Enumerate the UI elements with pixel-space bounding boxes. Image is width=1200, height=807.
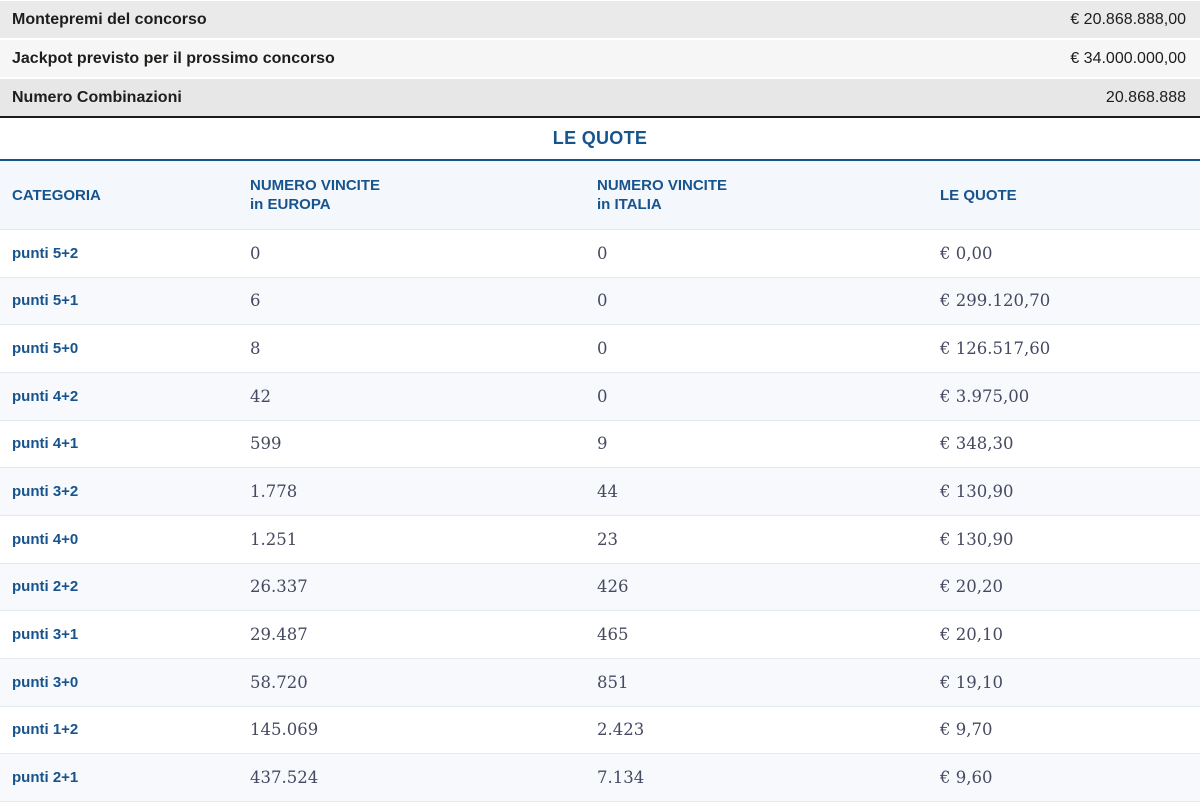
categoria-cell: punti 4+0 — [12, 530, 79, 548]
table-row: punti 4+1 599 9 € 348,30 — [0, 420, 1200, 469]
quota-cell: € 130,90 — [940, 482, 1014, 502]
vincite-italia-cell: 0 — [597, 243, 608, 263]
table-row: punti 5+0 8 0 € 126.517,60 — [0, 325, 1200, 373]
categoria-cell: punti 5+0 — [12, 340, 79, 358]
categoria-cell: punti 1+2 — [12, 721, 79, 739]
quota-cell: € 20,10 — [940, 625, 1003, 645]
quota-cell: € 20,20 — [940, 577, 1003, 597]
vincite-italia-cell: 465 — [597, 625, 629, 645]
table-row: punti 2+1 437.524 7.134 € 9,60 — [0, 754, 1200, 802]
jackpot-label: Jackpot previsto per il prossimo concors… — [12, 49, 335, 67]
table-row: punti 1+2 145.069 2.423 € 9,70 — [0, 706, 1200, 755]
vincite-italia-cell: 0 — [597, 386, 608, 406]
quota-cell: € 348,30 — [940, 434, 1014, 454]
vincite-europa-cell: 29.487 — [250, 625, 308, 645]
vincite-italia-cell: 9 — [597, 434, 608, 454]
categoria-cell: punti 4+1 — [12, 435, 79, 453]
vincite-italia-cell: 2.423 — [597, 720, 645, 740]
vincite-italia-cell: 0 — [597, 339, 608, 359]
summary-row-montepremi: Montepremi del concorso € 20.868.888,00 — [0, 1, 1200, 38]
vincite-europa-cell: 26.337 — [250, 577, 308, 597]
categoria-cell: punti 4+2 — [12, 387, 79, 405]
table-row: punti 2+2 26.337 426 € 20,20 — [0, 563, 1200, 612]
vincite-europa-cell: 58.720 — [250, 672, 308, 692]
vincite-europa-cell: 0 — [250, 243, 261, 263]
column-header-vincite-europa: NUMERO VINCITE in EUROPA — [250, 177, 381, 213]
vincite-italia-cell: 7.134 — [597, 768, 645, 788]
categoria-cell: punti 5+2 — [12, 244, 79, 262]
categoria-cell: punti 5+1 — [12, 292, 79, 310]
prize-summary: Montepremi del concorso € 20.868.888,00 … — [0, 0, 1200, 118]
combinazioni-label: Numero Combinazioni — [12, 88, 182, 106]
section-title: LE QUOTE — [552, 128, 648, 148]
table-row: punti 5+1 6 0 € 299.120,70 — [0, 277, 1200, 326]
quota-cell: € 0,00 — [940, 243, 993, 263]
vincite-italia-cell: 426 — [597, 577, 629, 597]
quota-cell: € 19,10 — [940, 672, 1003, 692]
table-row: punti 4+2 42 0 € 3.975,00 — [0, 372, 1200, 421]
vincite-italia-cell: 851 — [597, 672, 629, 692]
quota-cell: € 9,60 — [940, 768, 993, 788]
vincite-europa-cell: 6 — [250, 291, 261, 311]
summary-row-jackpot: Jackpot previsto per il prossimo concors… — [0, 40, 1200, 77]
table-row: punti 3+0 58.720 851 € 19,10 — [0, 658, 1200, 707]
vincite-europa-cell: 1.251 — [250, 529, 298, 549]
column-header-le-quote: LE QUOTE — [940, 186, 1017, 204]
jackpot-value: € 34.000.000,00 — [1070, 49, 1186, 67]
le-quote-section-header: LE QUOTE — [0, 118, 1200, 161]
column-header-vincite-italia: NUMERO VINCITE in ITALIA — [597, 177, 728, 213]
quota-cell: € 126.517,60 — [940, 339, 1051, 359]
vincite-europa-cell: 42 — [250, 386, 271, 406]
vincite-europa-cell: 1.778 — [250, 482, 298, 502]
categoria-cell: punti 2+2 — [12, 578, 79, 596]
vincite-europa-cell: 599 — [250, 434, 282, 454]
table-row: punti 3+1 29.487 465 € 20,10 — [0, 611, 1200, 659]
quota-cell: € 9,70 — [940, 720, 993, 740]
vincite-europa-cell: 145.069 — [250, 720, 319, 740]
combinazioni-value: 20.868.888 — [1105, 88, 1186, 106]
vincite-europa-cell: 437.524 — [250, 768, 319, 788]
quota-cell: € 3.975,00 — [940, 386, 1030, 406]
table-row: punti 4+0 1.251 23 € 130,90 — [0, 515, 1200, 564]
vincite-italia-cell: 0 — [597, 291, 608, 311]
table-row: punti 3+2 1.778 44 € 130,90 — [0, 468, 1200, 516]
vincite-europa-cell: 8 — [250, 339, 261, 359]
categoria-cell: punti 2+1 — [12, 769, 79, 787]
column-header-categoria: CATEGORIA — [12, 186, 101, 204]
montepremi-value: € 20.868.888,00 — [1070, 10, 1186, 28]
categoria-cell: punti 3+2 — [12, 483, 79, 501]
summary-row-combinazioni: Numero Combinazioni 20.868.888 — [0, 79, 1200, 116]
quote-table-body: punti 5+2 0 0 € 0,00 punti 5+1 6 0 € 299.120,70… — [0, 230, 1200, 802]
quota-cell: € 130,90 — [940, 529, 1014, 549]
categoria-cell: punti 3+1 — [12, 626, 79, 644]
categoria-cell: punti 3+0 — [12, 673, 79, 691]
vincite-italia-cell: 23 — [597, 529, 618, 549]
vincite-italia-cell: 44 — [597, 482, 618, 502]
quote-table-header: CATEGORIA NUMERO VINCITE in EUROPA NUMER… — [0, 161, 1200, 230]
table-row: punti 5+2 0 0 € 0,00 — [0, 230, 1200, 278]
quota-cell: € 299.120,70 — [940, 291, 1051, 311]
montepremi-label: Montepremi del concorso — [12, 10, 207, 28]
